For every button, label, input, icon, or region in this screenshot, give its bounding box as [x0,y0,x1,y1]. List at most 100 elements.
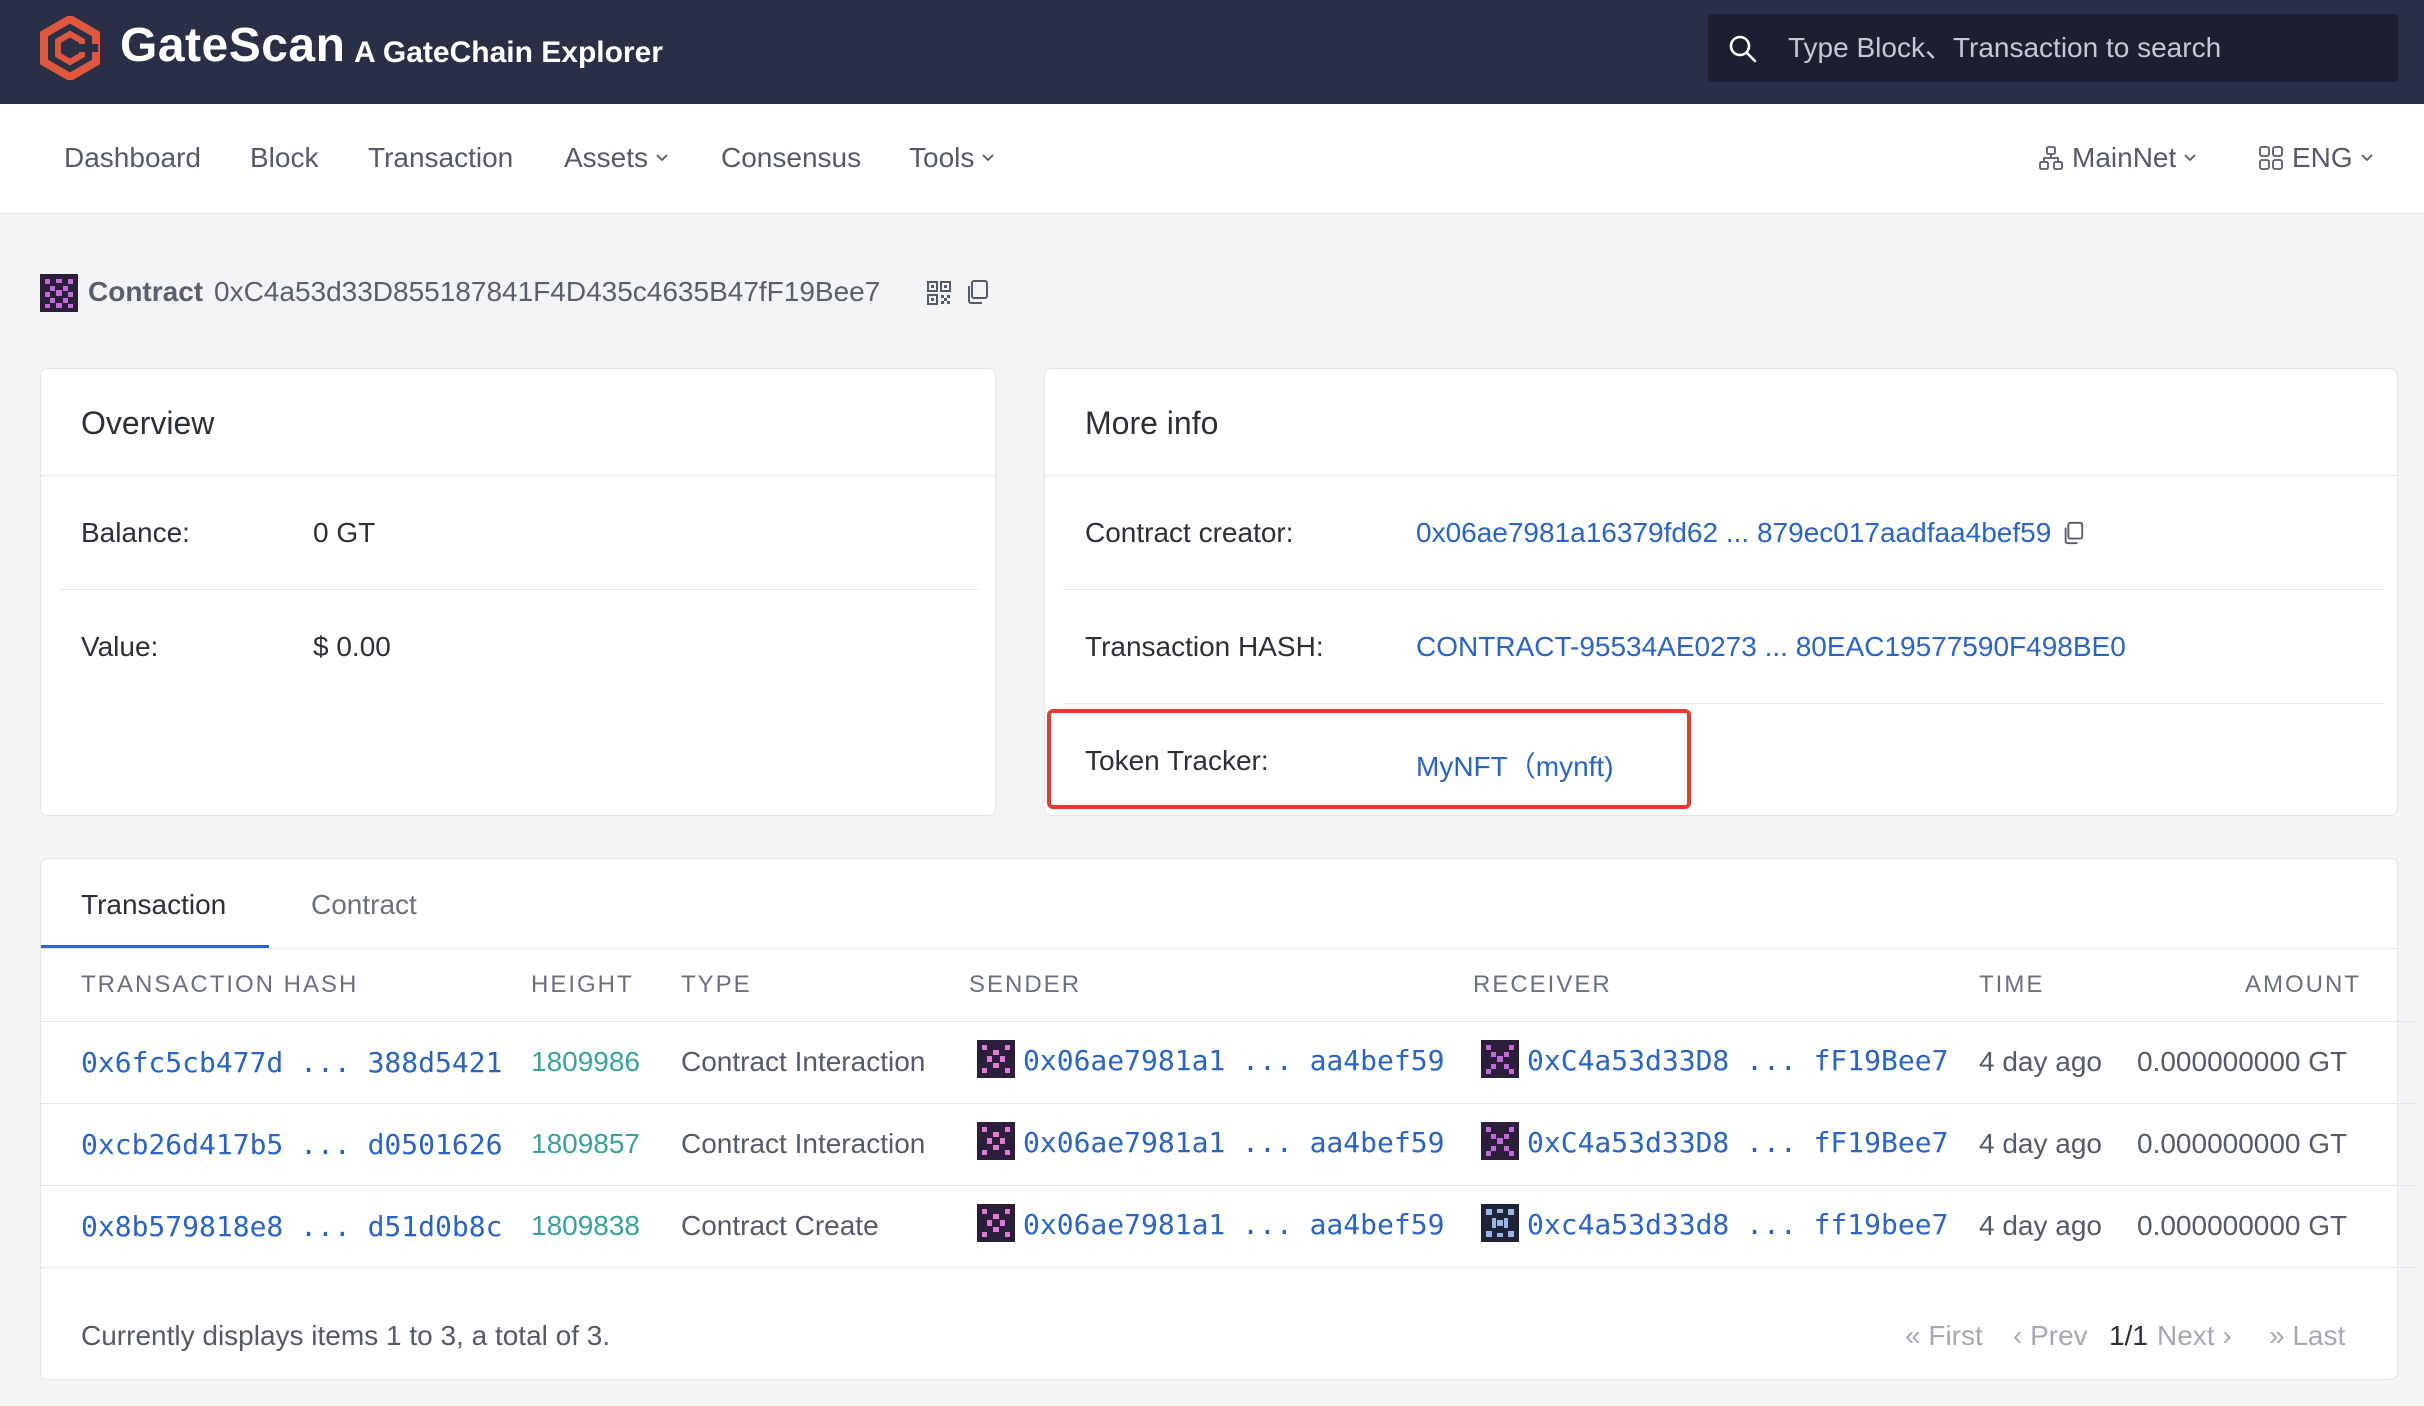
block-height-link[interactable]: 1809986 [531,1046,640,1078]
tab-contract[interactable]: Contract [311,889,417,921]
nav-tools-label: Tools [909,142,975,173]
chevron-down-icon [656,154,668,162]
receiver-cell: 0xC4a53d33D8 ... fF19Bee7 [1481,1122,1948,1160]
block-height-link[interactable]: 1809857 [531,1128,640,1160]
balance-value: 0 GT [313,517,376,548]
column-header-height: HEIGHT [531,971,634,998]
receiver-avatar [1481,1204,1519,1242]
top-header: GateScan A GateChain Explorer [0,0,2424,104]
search-box[interactable] [1708,14,2398,82]
column-header-time: TIME [1979,971,2045,998]
brand-subtitle: A GateChain Explorer [354,36,663,69]
sender-avatar [977,1204,1015,1242]
value-value: $ 0.00 [313,631,391,662]
divider [41,948,2397,949]
sender-address-link[interactable]: 0x06ae7981a1 ... aa4bef59 [1023,1208,1444,1241]
divider [59,589,979,590]
tx-amount: 0.000000000 GT [2137,1210,2348,1241]
qr-code-icon[interactable] [926,280,952,306]
divider [1063,589,2383,590]
sender-avatar [977,1122,1015,1160]
pagination-summary: Currently displays items 1 to 3, a total… [81,1320,611,1351]
tx-hash-link[interactable]: 0xcb26d417b5 ... d0501626 [81,1128,502,1161]
transactions-card: Transaction Contract TRANSACTION HASH HE… [40,858,2415,1380]
pagination-prev[interactable]: ‹ Prev [2013,1320,2088,1352]
receiver-address-link[interactable]: 0xc4a53d33d8 ... ff19bee7 [1527,1208,1948,1241]
nav-assets-label: Assets [564,142,649,173]
sender-address-link[interactable]: 0x06ae7981a1 ... aa4bef59 [1023,1044,1444,1077]
chevron-down-icon [2184,154,2196,162]
tx-type: Contract Create [681,1210,879,1241]
nav-dashboard[interactable]: Dashboard [64,142,201,174]
pagination-first[interactable]: « First [1905,1320,1983,1352]
sender-address-link[interactable]: 0x06ae7981a1 ... aa4bef59 [1023,1126,1444,1159]
overview-title: Overview [81,405,215,441]
search-icon[interactable] [1728,34,1758,64]
nav-tools[interactable]: Tools [909,142,996,174]
nav-block[interactable]: Block [250,142,318,174]
column-header-hash: TRANSACTION HASH [81,971,359,998]
tab-transaction[interactable]: Transaction [81,889,226,921]
tx-time: 4 day ago [1979,1046,2102,1077]
table-footer: Currently displays items 1 to 3, a total… [41,1267,2415,1379]
sender-cell: 0x06ae7981a1 ... aa4bef59 [977,1122,1444,1160]
chevron-down-icon [982,154,995,162]
divider [1045,475,2397,476]
chevron-down-icon [2361,154,2373,162]
receiver-cell: 0xC4a53d33D8 ... fF19Bee7 [1481,1040,1948,1078]
column-header-amount: AMOUNT [2245,971,2361,998]
copy-icon[interactable] [964,279,990,305]
pagination-last[interactable]: » Last [2269,1320,2345,1352]
tx-time: 4 day ago [1979,1128,2102,1159]
transaction-hash-label: Transaction HASH: [1085,631,1324,662]
nav-transaction[interactable]: Transaction [368,142,513,174]
contract-address: 0xC4a53d33D855187841F4D435c4635B47fF19Be… [214,276,881,307]
tx-hash-link[interactable]: 0x8b579818e8 ... d51d0b8c [81,1210,502,1243]
tx-time: 4 day ago [1979,1210,2102,1241]
language-label: ENG [2292,142,2353,173]
tx-type: Contract Interaction [681,1128,926,1159]
gatescan-logo-icon[interactable] [38,16,102,80]
value-label: Value: [81,631,159,662]
search-input[interactable] [1788,26,2378,70]
sender-avatar [977,1040,1015,1078]
more-info-title: More info [1085,405,1219,441]
transaction-hash-link[interactable]: CONTRACT-95534AE0273 ... 80EAC19577590F4… [1416,631,2126,663]
brand-name[interactable]: GateScan [120,18,345,73]
receiver-avatar [1481,1040,1519,1078]
network-icon [2039,146,2063,170]
pagination-current: 1/1 [2109,1320,2148,1351]
receiver-address-link[interactable]: 0xC4a53d33D8 ... fF19Bee7 [1527,1126,1948,1159]
table-row: 0x6fc5cb477d ... 388d5421 1809986 Contra… [41,1021,2415,1103]
nav-consensus[interactable]: Consensus [721,142,861,174]
tx-type: Contract Interaction [681,1046,926,1077]
receiver-avatar [1481,1122,1519,1160]
receiver-cell: 0xc4a53d33d8 ... ff19bee7 [1481,1204,1948,1242]
sender-cell: 0x06ae7981a1 ... aa4bef59 [977,1204,1444,1242]
nav-assets[interactable]: Assets [564,142,670,174]
tx-hash-link[interactable]: 0x6fc5cb477d ... 388d5421 [81,1046,502,1079]
contract-creator-link[interactable]: 0x06ae7981a16379fd62 ... 879ec017aadfaa4… [1416,517,2051,548]
tx-amount: 0.000000000 GT [2137,1128,2348,1159]
highlight-annotation [1047,709,1691,809]
language-selector[interactable]: ENG [2258,142,2375,174]
copy-icon[interactable] [2061,521,2085,545]
column-header-receiver: RECEIVER [1473,971,1612,998]
contract-creator-row: 0x06ae7981a16379fd62 ... 879ec017aadfaa4… [1416,517,2085,549]
divider [41,475,995,476]
contract-creator-label: Contract creator: [1085,517,1294,548]
block-height-link[interactable]: 1809838 [531,1210,640,1242]
pagination-next[interactable]: Next › [2157,1320,2232,1352]
divider [1063,703,2383,704]
network-selector[interactable]: MainNet [2038,142,2198,174]
main-nav: Dashboard Block Transaction Assets Conse… [0,104,2424,214]
apps-grid-icon [2259,146,2283,170]
balance-label: Balance: [81,517,190,548]
overview-card: Overview Balance: 0 GT Value: $ 0.00 [40,368,996,816]
receiver-address-link[interactable]: 0xC4a53d33D8 ... fF19Bee7 [1527,1044,1948,1077]
network-label: MainNet [2072,142,2177,173]
contract-avatar [40,274,78,312]
contract-label: Contract [88,276,204,307]
sender-cell: 0x06ae7981a1 ... aa4bef59 [977,1040,1444,1078]
column-header-type: TYPE [681,971,752,998]
